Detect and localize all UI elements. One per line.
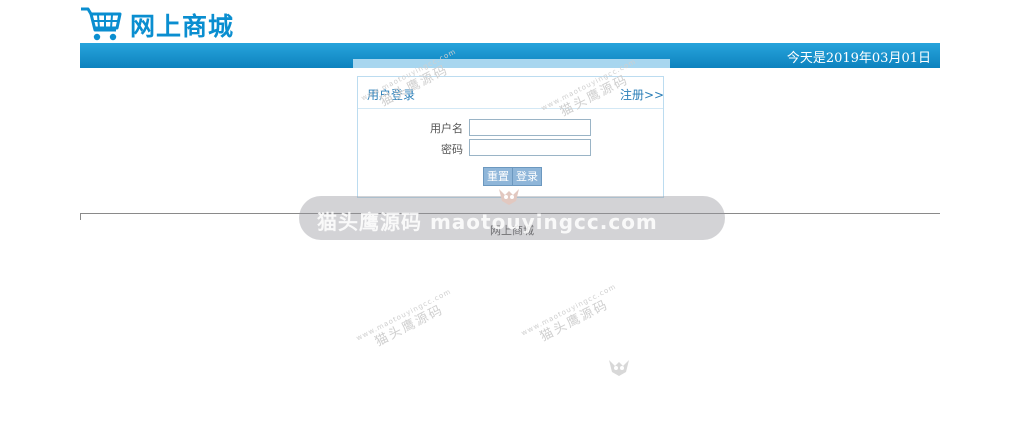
shopping-cart-icon	[81, 7, 122, 41]
username-label: 用户名	[430, 122, 463, 135]
footer-divider-tick	[80, 213, 81, 220]
login-button[interactable]: 登录	[512, 167, 542, 186]
site-name: 网上商城	[130, 12, 235, 41]
today-date: 今天是2019年03月01日	[786, 51, 931, 66]
site-logo[interactable]: 网上商城	[80, 6, 234, 42]
watermark-stamp: www.maotouyingcc.com 猫头鹰源码	[355, 287, 453, 350]
watermark-stamp: www.maotouyingcc.com 猫头鹰源码	[520, 282, 618, 345]
password-input[interactable]	[469, 139, 591, 156]
reset-button[interactable]: 重置	[483, 167, 513, 186]
password-label: 密码	[441, 143, 463, 156]
owl-logo-icon	[609, 360, 629, 376]
watermark-banner-text: 猫头鹰源码 maotouyingcc.com	[317, 210, 658, 234]
username-input[interactable]	[469, 119, 591, 136]
owl-logo-icon	[499, 189, 519, 205]
